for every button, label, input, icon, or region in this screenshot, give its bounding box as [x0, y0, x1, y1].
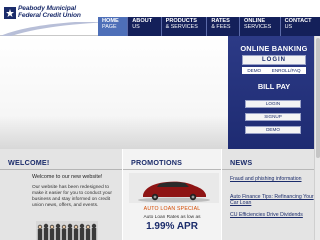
bill-pay-title: BILL PAY	[257, 82, 291, 91]
welcome-column: WELCOME! Welcome to our new website! Our…	[0, 149, 122, 240]
online-banking-login-button[interactable]: LOGIN	[242, 55, 306, 65]
nav-rates-l2: & FEES	[211, 23, 231, 30]
banking-panel: ONLINE BANKING LOGIN DEMO ENROLL/FAQ BIL…	[228, 36, 320, 149]
nav-online-l2: SERVICES	[244, 23, 272, 30]
nav-about[interactable]: ABOUT US	[127, 17, 160, 36]
news-column: NEWS Fraud and phishing information Auto…	[222, 149, 320, 240]
news-link-dividends[interactable]: CU Efficiencies Drive Dividends	[230, 212, 316, 218]
promotions-heading: PROMOTIONS	[123, 157, 221, 170]
brand-line-1: Peabody Municipal	[18, 5, 77, 12]
scroll-thumb[interactable]	[316, 38, 320, 158]
hero-area	[0, 36, 228, 149]
page-scrollbar[interactable]	[314, 36, 320, 240]
bill-pay-signup-button[interactable]: SIGNUP	[245, 113, 301, 121]
nav-online[interactable]: ONLINE SERVICES	[239, 17, 280, 36]
online-banking-links: DEMO ENROLL/FAQ	[242, 67, 306, 74]
staff-group-photo	[36, 221, 98, 240]
nav-products-l2: & SERVICES	[165, 23, 198, 30]
brand-line-2: Federal Credit Union	[18, 12, 81, 19]
brand-name[interactable]: Peabody Municipal Federal Credit Union	[18, 5, 81, 19]
promotions-column: PROMOTIONS AUTO LOAN SPECIAL Auto Loan R…	[122, 149, 222, 240]
online-banking-title: ONLINE BANKING	[240, 44, 308, 53]
nav-contact-l2: US	[284, 23, 293, 30]
content-columns: WELCOME! Welcome to our new website! Our…	[0, 149, 320, 240]
promo-apr: 1.99% APR	[146, 221, 198, 232]
welcome-body: Our website has been redesigned to make …	[32, 185, 112, 208]
promo-caption: AUTO LOAN SPECIAL	[143, 206, 201, 212]
nav-about-l2: US	[132, 23, 140, 30]
welcome-title: Welcome to our new website!	[32, 174, 103, 180]
nav-home-l2: PAGE	[102, 23, 117, 30]
online-banking-enroll-link[interactable]: ENROLL/FAQ	[272, 68, 301, 73]
star-square-logo-icon	[4, 7, 16, 19]
online-banking-demo-link[interactable]: DEMO	[247, 68, 261, 73]
red-car-image[interactable]	[129, 173, 219, 203]
bill-pay-demo-button[interactable]: DEMO	[245, 126, 301, 134]
welcome-heading: WELCOME!	[0, 157, 122, 170]
main-nav: HOME PAGE ABOUT US PRODUCTS & SERVICES RATE…	[98, 17, 320, 36]
promo-rates-label: Auto Loan Rates as low as	[143, 215, 201, 220]
nav-products[interactable]: PRODUCTS & SERVICES	[160, 17, 207, 36]
news-link-auto-finance[interactable]: Auto Finance Tips: Refinancing Your Car …	[230, 194, 316, 207]
news-link-fraud[interactable]: Fraud and phishing information	[230, 176, 316, 182]
news-heading: NEWS	[222, 157, 320, 170]
bill-pay-login-button[interactable]: LOGIN	[245, 100, 301, 108]
nav-rates[interactable]: RATES & FEES	[206, 17, 239, 36]
nav-home[interactable]: HOME PAGE	[98, 17, 128, 36]
nav-contact[interactable]: CONTACT US	[279, 17, 320, 36]
hero-shade	[0, 116, 228, 149]
